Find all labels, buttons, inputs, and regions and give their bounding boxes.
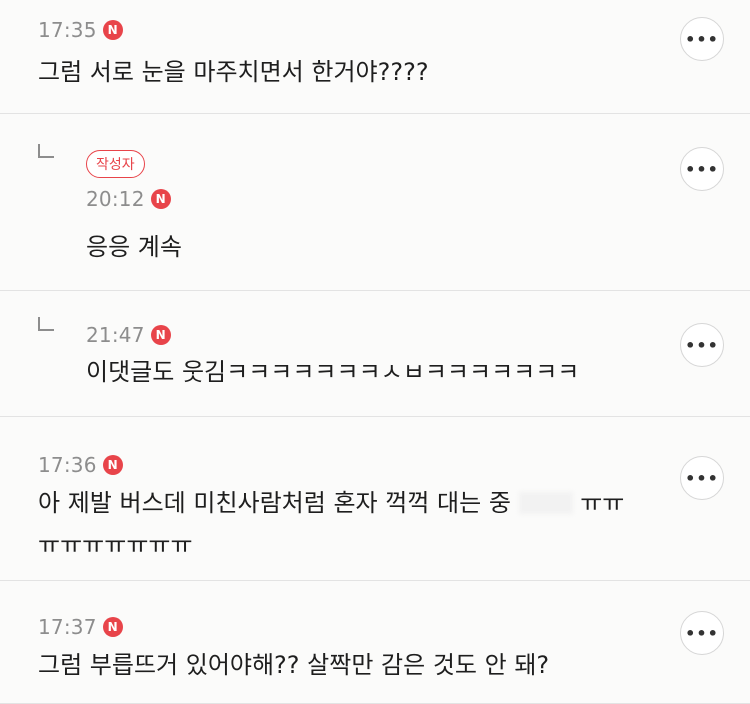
comment-time: 21:47 <box>86 323 145 347</box>
comment-item: 17:36 N 아 제발 버스데 미친사람처럼 혼자 꺽꺽 대는 중 ㅠㅠ ㅠㅠ… <box>0 417 750 581</box>
new-badge-icon: N <box>102 20 123 40</box>
new-badge-icon: N <box>102 617 123 637</box>
comment-item: 17:35 N 그럼 서로 눈을 마주치면서 한거야???? ••• <box>0 0 750 114</box>
comment-text-line-end: ㅠㅠ <box>580 489 625 517</box>
comment-text: 그럼 부릅뜨거 있어야해?? 살짝만 감은 것도 안 돼? <box>38 651 550 679</box>
comment-text-line: 아 제발 버스데 미친사람처럼 혼자 꺽꺽 대는 중 <box>38 489 511 517</box>
comment-time: 17:35 <box>38 18 97 42</box>
reply-item: 21:47 N 이댓글도 웃김ㅋㅋㅋㅋㅋㅋㅋㅅㅂㅋㅋㅋㅋㅋㅋㅋ ••• <box>0 291 750 417</box>
comment-text: 이댓글도 웃김ㅋㅋㅋㅋㅋㅋㅋㅅㅂㅋㅋㅋㅋㅋㅋㅋ <box>86 358 580 386</box>
reply-item: 작성자 20:12 N 응응 계속 ••• <box>0 114 750 291</box>
new-badge-icon: N <box>102 455 123 475</box>
reply-arrow-icon <box>38 317 54 331</box>
comment-text-line: ㅠㅠㅠㅠㅠㅠㅠ <box>38 531 193 559</box>
new-badge-icon: N <box>150 189 171 209</box>
more-options-button[interactable]: ••• <box>680 17 724 61</box>
more-options-button[interactable]: ••• <box>680 147 724 191</box>
comment-meta: 17:36 N <box>38 453 123 477</box>
new-badge-icon: N <box>150 325 171 345</box>
more-options-button[interactable]: ••• <box>680 456 724 500</box>
more-options-button[interactable]: ••• <box>680 323 724 367</box>
redacted-blur <box>518 492 573 514</box>
comment-text: 아 제발 버스데 미친사람처럼 혼자 꺽꺽 대는 중 ㅠㅠ <box>38 482 624 524</box>
author-badge: 작성자 <box>86 150 145 178</box>
comment-text: 그럼 서로 눈을 마주치면서 한거야???? <box>38 58 429 86</box>
comment-meta: 20:12 N <box>86 187 171 211</box>
comment-meta: 17:37 N <box>38 615 123 639</box>
comment-meta: 17:35 N <box>38 18 123 42</box>
comment-time: 20:12 <box>86 187 145 211</box>
comment-text: 응응 계속 <box>86 233 182 261</box>
reply-arrow-icon <box>38 144 54 158</box>
comment-time: 17:36 <box>38 453 97 477</box>
more-options-button[interactable]: ••• <box>680 611 724 655</box>
comment-time: 17:37 <box>38 615 97 639</box>
comment-meta: 21:47 N <box>86 323 171 347</box>
comment-item: 17:37 N 그럼 부릅뜨거 있어야해?? 살짝만 감은 것도 안 돼? ••… <box>0 581 750 704</box>
